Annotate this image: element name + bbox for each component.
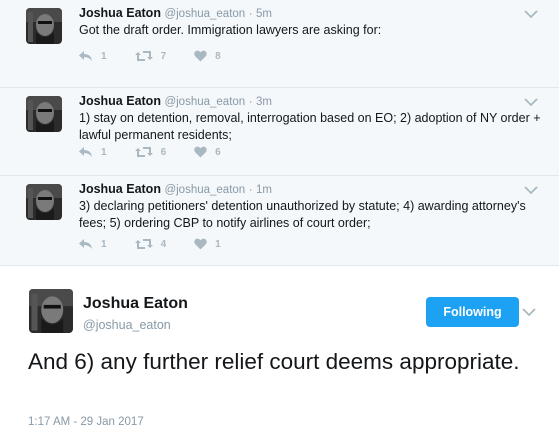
separator-dot: ·: [248, 96, 253, 108]
tweet-time[interactable]: 1m: [256, 184, 272, 196]
like-button[interactable]: 6: [194, 146, 221, 158]
reply-count: 1: [101, 50, 107, 62]
tweet-header: Joshua Eaton @joshua_eaton · 5m: [79, 6, 272, 20]
tweet-timestamp[interactable]: 1:17 AM - 29 Jan 2017: [28, 416, 144, 428]
like-count: 8: [215, 50, 221, 62]
reply-count: 1: [101, 146, 107, 158]
avatar[interactable]: [26, 184, 62, 220]
like-button[interactable]: 1: [194, 238, 221, 250]
main-tweet: Joshua Eaton @joshua_eaton Following And…: [0, 265, 559, 437]
tweet-text: And 6) any further relief court deems ap…: [28, 349, 520, 374]
retweet-count: 4: [160, 238, 167, 250]
separator-dot: ·: [248, 184, 253, 196]
author-handle[interactable]: @joshua_eaton: [164, 8, 245, 20]
author-name[interactable]: Joshua Eaton: [79, 182, 161, 196]
author-handle[interactable]: @joshua_eaton: [83, 318, 171, 332]
retweet-button[interactable]: 7: [134, 50, 167, 62]
author-handle[interactable]: @joshua_eaton: [164, 96, 245, 108]
retweet-icon: [134, 51, 153, 61]
tweet-reply[interactable]: Joshua Eaton @joshua_eaton · 5m Got the …: [0, 0, 559, 88]
tweet-text: Got the draft order. Immigration lawyers…: [79, 23, 382, 37]
like-count: 1: [215, 238, 221, 250]
like-count: 6: [215, 146, 221, 158]
like-icon: [194, 238, 207, 250]
tweet-actions: 1 6 6: [79, 146, 249, 158]
retweet-button[interactable]: 4: [134, 238, 167, 250]
chevron-down-icon[interactable]: [524, 185, 538, 195]
author-name[interactable]: Joshua Eaton: [79, 6, 161, 20]
tweet-reply[interactable]: Joshua Eaton @joshua_eaton · 1m 3) decla…: [0, 176, 559, 265]
reply-count: 1: [101, 238, 107, 250]
reply-icon: [79, 50, 92, 61]
avatar[interactable]: [26, 8, 62, 44]
chevron-down-icon[interactable]: [522, 307, 536, 317]
reply-icon: [79, 146, 92, 157]
tweet-actions: 1 7 8: [79, 50, 249, 62]
chevron-down-icon[interactable]: [524, 9, 538, 19]
tweet-text: 1) stay on detention, removal, interroga…: [79, 111, 541, 142]
like-button[interactable]: 8: [194, 50, 221, 62]
author-handle[interactable]: @joshua_eaton: [164, 184, 245, 196]
retweet-icon: [134, 239, 153, 249]
retweet-icon: [134, 147, 153, 157]
avatar[interactable]: [26, 96, 62, 132]
tweet-actions: 1 4 1: [79, 238, 249, 250]
tweet-time[interactable]: 5m: [256, 8, 272, 20]
reply-button[interactable]: 1: [79, 50, 107, 62]
author-name[interactable]: Joshua Eaton: [83, 295, 188, 313]
author-name[interactable]: Joshua Eaton: [79, 94, 161, 108]
like-icon: [194, 50, 207, 62]
retweet-count: 7: [160, 50, 167, 62]
avatar[interactable]: [29, 289, 73, 333]
tweet-header: Joshua Eaton @joshua_eaton · 1m: [79, 182, 272, 196]
chevron-down-icon[interactable]: [524, 97, 538, 107]
tweet-time[interactable]: 3m: [256, 96, 272, 108]
following-button[interactable]: Following: [426, 297, 519, 327]
thread-replies: Joshua Eaton @joshua_eaton · 5m Got the …: [0, 0, 559, 265]
tweet-reply[interactable]: Joshua Eaton @joshua_eaton · 3m 1) stay …: [0, 88, 559, 176]
tweet-header: Joshua Eaton @joshua_eaton · 3m: [79, 94, 272, 108]
reply-button[interactable]: 1: [79, 146, 107, 158]
tweet-text: 3) declaring petitioners' detention unau…: [79, 199, 526, 230]
separator-dot: ·: [248, 8, 253, 20]
retweet-button[interactable]: 6: [134, 146, 167, 158]
retweet-count: 6: [160, 146, 167, 158]
reply-icon: [79, 238, 92, 249]
like-icon: [194, 146, 207, 158]
reply-button[interactable]: 1: [79, 238, 107, 250]
